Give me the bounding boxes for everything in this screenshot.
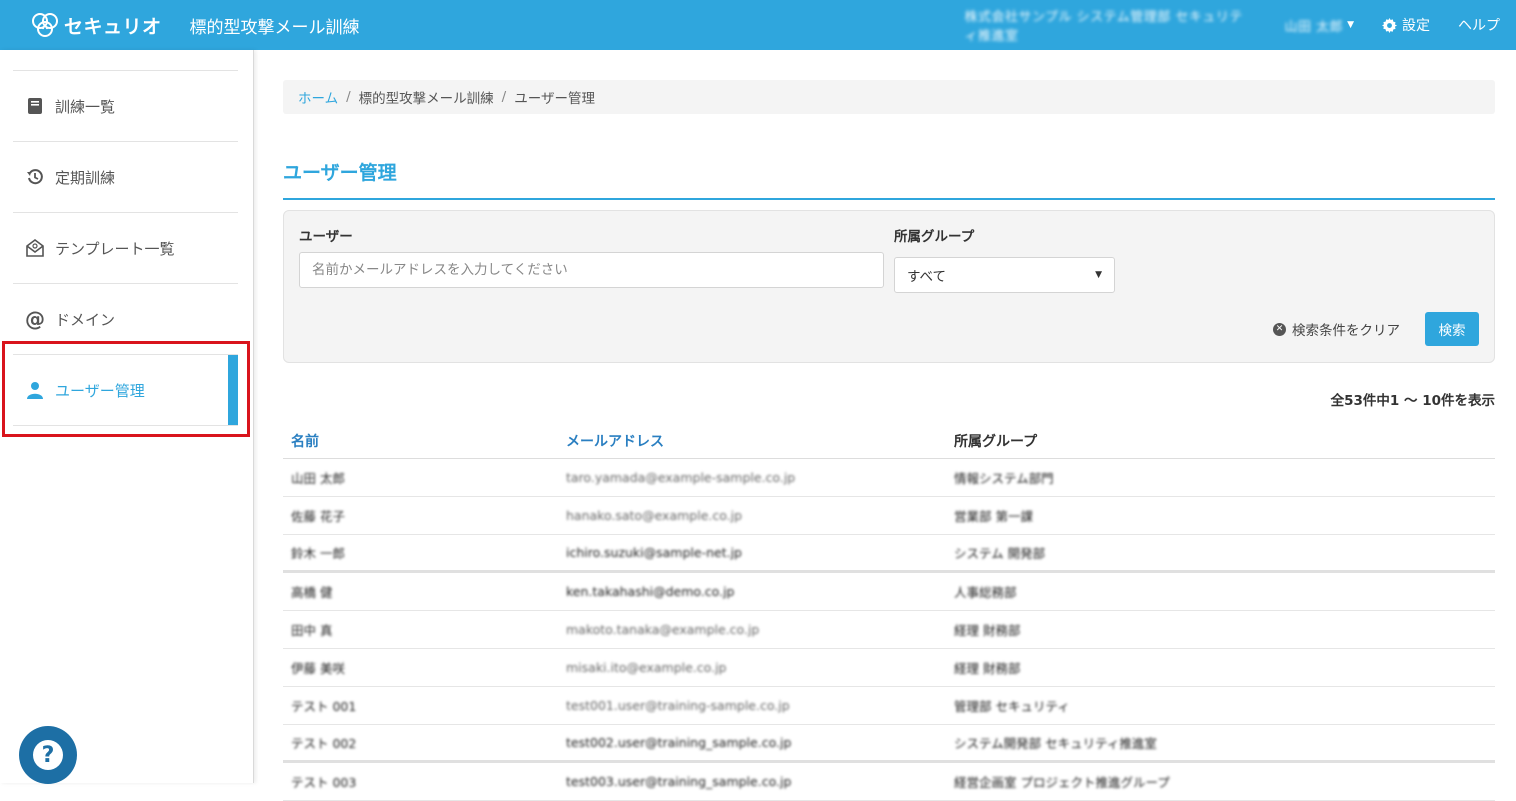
at-icon: @ bbox=[25, 307, 45, 331]
table-row[interactable]: テスト 003 test003.user@training_sample.co.… bbox=[283, 763, 1495, 801]
cell-name: 佐藤 花子 bbox=[291, 509, 345, 524]
cell-group: 経理 財務部 bbox=[954, 623, 1021, 638]
sidebar-item-label: 訓練一覧 bbox=[55, 97, 116, 116]
cell-email: taro.yamada@example-sample.co.jp bbox=[566, 470, 796, 485]
group-select[interactable]: すべて ▼ bbox=[894, 257, 1115, 293]
cell-name: テスト 001 bbox=[291, 699, 357, 714]
table-row[interactable]: 高橋 健 ken.takahashi@demo.co.jp 人事総務部 bbox=[283, 573, 1495, 611]
sidebar-item-label: 定期訓練 bbox=[55, 168, 116, 187]
cell-email: ken.takahashi@demo.co.jp bbox=[566, 584, 735, 599]
sidebar-item-user-management[interactable]: ユーザー管理 bbox=[13, 355, 238, 426]
cell-email: test003.user@training_sample.co.jp bbox=[566, 774, 792, 789]
sidebar: 訓練一覧 定期訓練 テンプレート一覧 @ ドメイン ユーザー管理 ? bbox=[0, 50, 254, 784]
chevron-down-icon: ▼ bbox=[1347, 20, 1354, 30]
cell-name: テスト 002 bbox=[291, 736, 357, 751]
group-select-value: すべて bbox=[907, 269, 947, 285]
breadcrumb: ホーム / 標的型攻撃メール訓練 / ユーザー管理 bbox=[283, 80, 1495, 114]
breadcrumb-training[interactable]: 標的型攻撃メール訓練 bbox=[359, 87, 494, 107]
cell-name: 山田 太郎 bbox=[291, 471, 345, 486]
cell-group: 情報システム部門 bbox=[954, 471, 1054, 486]
sidebar-item-training-list[interactable]: 訓練一覧 bbox=[13, 71, 238, 142]
cell-name: 高橋 健 bbox=[291, 585, 333, 600]
page-title: ユーザー管理 bbox=[283, 158, 1495, 200]
group-field-label: 所属グループ bbox=[894, 229, 975, 245]
sidebar-item-label: ドメイン bbox=[55, 310, 116, 329]
cell-group: 人事総務部 bbox=[954, 585, 1017, 600]
settings-link[interactable]: 設定 bbox=[1382, 15, 1430, 35]
main-content: ホーム / 標的型攻撃メール訓練 / ユーザー管理 ユーザー管理 ユーザー 所属… bbox=[283, 50, 1495, 801]
cell-group: システム開発部 セキュリティ推進室 bbox=[954, 736, 1157, 751]
cell-group: 経営企画室 プロジェクト推進グループ bbox=[954, 775, 1170, 790]
cell-name: 伊藤 美咲 bbox=[291, 661, 345, 676]
brand-logo[interactable]: セキュリオ bbox=[30, 12, 162, 39]
top-header: セキュリオ 標的型攻撃メール訓練 株式会社サンプル システム管理部 セキュリティ… bbox=[0, 0, 1516, 50]
user-field-label: ユーザー bbox=[299, 229, 353, 245]
caret-down-icon: ▼ bbox=[1095, 270, 1102, 280]
sidebar-item-template-list[interactable]: テンプレート一覧 bbox=[13, 213, 238, 284]
cell-name: 田中 真 bbox=[291, 623, 333, 638]
breadcrumb-separator: / bbox=[346, 89, 351, 105]
cell-name: テスト 003 bbox=[291, 775, 357, 790]
app-title: 標的型攻撃メール訓練 bbox=[189, 17, 360, 38]
search-panel: ユーザー 所属グループ すべて ▼ ✕ 検索条件をクリア 検索 bbox=[283, 210, 1495, 363]
cell-email: misaki.ito@example.co.jp bbox=[566, 660, 727, 675]
close-circle-icon: ✕ bbox=[1273, 322, 1286, 336]
sidebar-item-domain[interactable]: @ ドメイン bbox=[13, 284, 238, 355]
user-icon bbox=[25, 380, 45, 400]
column-header-group: 所属グループ bbox=[954, 433, 1038, 450]
search-button[interactable]: 検索 bbox=[1425, 312, 1479, 346]
clear-search-link[interactable]: ✕ 検索条件をクリア bbox=[1273, 319, 1400, 339]
breadcrumb-home[interactable]: ホーム bbox=[298, 87, 338, 107]
sidebar-menu: 訓練一覧 定期訓練 テンプレート一覧 @ ドメイン ユーザー管理 bbox=[13, 70, 238, 426]
cell-email: makoto.tanaka@example.co.jp bbox=[566, 622, 760, 637]
sidebar-item-label: テンプレート一覧 bbox=[55, 239, 175, 258]
table-row[interactable]: テスト 001 test001.user@training-sample.co.… bbox=[283, 687, 1495, 725]
sidebar-item-periodic-training[interactable]: 定期訓練 bbox=[13, 142, 238, 213]
gear-icon bbox=[1382, 17, 1397, 33]
table-row[interactable]: 佐藤 花子 hanako.sato@example.co.jp 営業部 第一課 bbox=[283, 497, 1495, 535]
table-row[interactable]: 山田 太郎 taro.yamada@example-sample.co.jp 情… bbox=[283, 459, 1495, 497]
history-icon bbox=[25, 167, 45, 187]
logo-icon bbox=[32, 13, 58, 37]
tenant-name: 株式会社サンプル システム管理部 セキュリティ推進室 bbox=[964, 10, 1243, 44]
table-header: 名前 メールアドレス 所属グループ bbox=[283, 423, 1495, 459]
cell-group: システム 開発部 bbox=[954, 546, 1046, 561]
user-table: 名前 メールアドレス 所属グループ 山田 太郎 taro.yamada@exam… bbox=[283, 423, 1495, 801]
table-row[interactable]: テスト 002 test002.user@training_sample.co.… bbox=[283, 725, 1495, 763]
cell-group: 管理部 セキュリティ bbox=[954, 699, 1070, 714]
column-header-name[interactable]: 名前 bbox=[283, 431, 558, 451]
settings-label: 設定 bbox=[1402, 18, 1430, 34]
cell-email: hanako.sato@example.co.jp bbox=[566, 508, 743, 523]
table-row[interactable]: 田中 真 makoto.tanaka@example.co.jp 経理 財務部 bbox=[283, 611, 1495, 649]
sidebar-item-label: ユーザー管理 bbox=[55, 381, 145, 400]
cell-group: 経理 財務部 bbox=[954, 661, 1021, 676]
mail-template-icon bbox=[25, 238, 45, 258]
result-count: 全53件中1 〜 10件を表示 bbox=[1330, 393, 1495, 409]
breadcrumb-separator: / bbox=[501, 89, 507, 105]
help-label: ヘルプ bbox=[1458, 18, 1500, 34]
cell-email: ichiro.suzuki@sample-net.jp bbox=[566, 545, 742, 560]
table-row[interactable]: 伊藤 美咲 misaki.ito@example.co.jp 経理 財務部 bbox=[283, 649, 1495, 687]
brand-name: セキュリオ bbox=[64, 15, 162, 38]
cell-group: 営業部 第一課 bbox=[954, 509, 1033, 524]
search-input[interactable] bbox=[299, 252, 884, 288]
help-link[interactable]: ヘルプ bbox=[1458, 15, 1500, 35]
user-menu[interactable]: 山田 太郎 ▼ bbox=[1284, 16, 1354, 35]
help-button[interactable]: ? bbox=[19, 726, 77, 784]
cell-email: test001.user@training-sample.co.jp bbox=[566, 698, 790, 713]
user-name: 山田 太郎 bbox=[1284, 19, 1344, 35]
clear-search-label: 検索条件をクリア bbox=[1292, 323, 1400, 339]
question-icon: ? bbox=[33, 740, 63, 770]
column-header-email[interactable]: メールアドレス bbox=[558, 431, 946, 451]
cell-name: 鈴木 一郎 bbox=[291, 546, 345, 561]
breadcrumb-current: ユーザー管理 bbox=[514, 91, 595, 107]
book-icon bbox=[25, 96, 45, 116]
cell-email: test002.user@training_sample.co.jp bbox=[566, 735, 792, 750]
table-row[interactable]: 鈴木 一郎 ichiro.suzuki@sample-net.jp システム 開… bbox=[283, 535, 1495, 573]
